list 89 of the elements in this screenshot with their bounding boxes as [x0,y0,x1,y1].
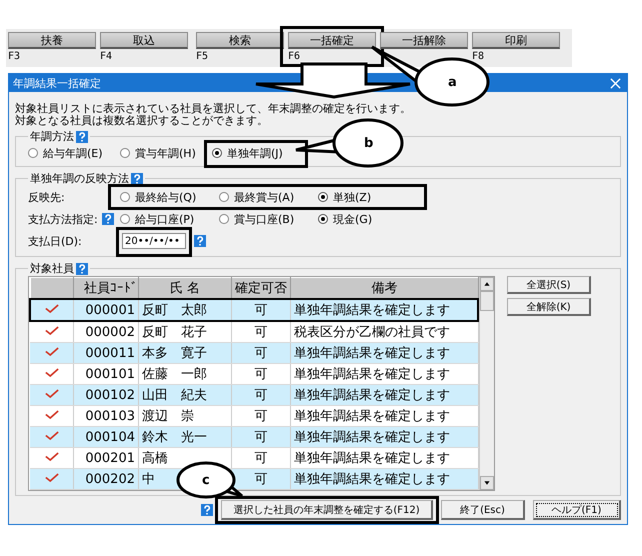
date-input-field[interactable]: 20••/••/•• [122,233,186,249]
description-text: 対象社員リストに表示されている社員を選択して、年末調整の確定を行います。 [15,103,412,115]
radio-icon[interactable] [212,148,222,158]
check-icon[interactable] [44,408,58,420]
field-label: 支払日(D): [28,234,82,248]
field-label: 支払方法指定: [28,212,98,226]
table-cell: 単独年調結果を確定します [290,299,478,321]
toolbar-button[interactable]: 印刷 [472,32,560,49]
radio-icon[interactable] [120,148,130,158]
column-header[interactable]: 確定可否 [232,278,290,299]
table-cell: 反町 太郎 [138,299,232,321]
table-row[interactable]: 000104 鈴木 光一 可 単独年調結果を確定します [30,426,478,448]
table-cell: 単独年調結果を確定します [290,342,478,364]
radio-icon[interactable] [318,214,328,224]
check-icon[interactable] [44,472,58,482]
callout-label: a [448,75,457,90]
radio-icon[interactable] [120,192,130,202]
table-cell: 可 [232,342,290,364]
column-header[interactable]: 社員ｺｰﾄﾞ [74,278,138,299]
radio-option[interactable]: 給与口座(P) [116,210,215,228]
toolbar-button[interactable]: 検索 [196,32,284,49]
table-cell: 000001 [74,299,138,321]
table-cell: 可 [232,468,290,490]
table-cell: 単独年調結果を確定します [290,384,478,406]
table-cell: 本多 寛子 [138,342,232,364]
dialog-button[interactable]: 終了(Esc) [441,500,525,520]
toolbar-button[interactable]: 一括確定 [288,32,376,49]
table-cell: 単独年調結果を確定します [290,468,478,490]
table-cell: 鈴木 光一 [138,426,232,448]
check-icon[interactable] [44,450,58,462]
side-button[interactable]: 全選択(S) [507,276,591,294]
side-button[interactable]: 全解除(K) [507,298,591,316]
function-key-label: F5 [196,51,210,63]
check-icon[interactable] [44,346,58,356]
help-icon[interactable] [131,172,143,184]
check-icon[interactable] [44,324,58,336]
callout-label: b [364,136,374,151]
callout-label: c [202,473,210,488]
radio-option[interactable]: 現金(G) [314,210,413,228]
dialog-button[interactable]: ヘルプ(F1) [533,500,621,520]
scrollbar[interactable] [479,277,494,490]
dialog-button[interactable]: 選択した社員の年末調整を確定する(F12) [221,500,433,520]
radio-icon[interactable] [219,214,229,224]
radio-icon[interactable] [28,148,38,158]
description-text: 対象となる社員は複数名選択することができます。 [15,115,269,127]
scroll-up-icon[interactable] [480,277,494,291]
field-label: 反映先: [28,190,65,204]
table-cell: 可 [232,426,290,448]
radio-icon[interactable] [120,214,130,224]
table-row[interactable]: 000102 山田 紀夫 可 単独年調結果を確定します [30,384,478,406]
radio-option[interactable]: 単独年調(J) [212,144,283,162]
group-title: 年調方法 [30,129,74,144]
scrollbar-thumb[interactable] [480,291,494,311]
function-key-label: F3 [8,51,22,63]
scroll-down-icon[interactable] [480,476,494,490]
radio-icon[interactable] [219,192,229,202]
function-key-label: F8 [472,51,486,63]
column-header[interactable]: 備考 [290,278,478,299]
column-header[interactable]: 氏 名 [138,278,232,299]
check-icon[interactable] [44,430,58,440]
toolbar-button[interactable]: 扶養 [8,32,96,49]
group-title: 対象社員 [30,261,74,276]
table-cell: 000202 [74,468,138,490]
table-cell: 000102 [74,384,138,406]
toolbar-button[interactable]: 取込 [100,32,188,49]
table-cell: 山田 紀夫 [138,384,232,406]
radio-option[interactable]: 賞与年調(H) [120,144,196,162]
toolbar-button[interactable]: 一括解除 [380,32,468,49]
check-icon[interactable] [45,302,59,314]
table-row[interactable]: 000001 反町 太郎 可 単独年調結果を確定します [30,299,478,321]
radio-icon[interactable] [318,192,328,202]
group-title: 単独年調の反映方法 [30,171,129,186]
function-key-label: F4 [100,51,114,63]
radio-option[interactable]: 賞与口座(B) [215,210,314,228]
table-cell: 可 [232,384,290,406]
table-cell: 000104 [74,426,138,448]
radio-option[interactable]: 最終賞与(A) [215,188,314,206]
radio-option[interactable]: 単独(Z) [314,188,413,206]
check-icon[interactable] [44,366,58,378]
table-cell: 単独年調結果を確定します [290,426,478,448]
close-icon[interactable] [610,78,621,88]
table-cell: 000011 [74,342,138,364]
window-title: 年調結果一括確定 [13,76,101,90]
check-icon[interactable] [44,388,58,398]
table-cell: 可 [232,299,290,321]
radio-option[interactable]: 最終給与(Q) [116,188,215,206]
function-key-label: F6 [288,51,302,63]
radio-option[interactable]: 給与年調(E) [28,144,103,162]
table-row[interactable]: 000011 本多 寛子 可 単独年調結果を確定します [30,342,478,364]
